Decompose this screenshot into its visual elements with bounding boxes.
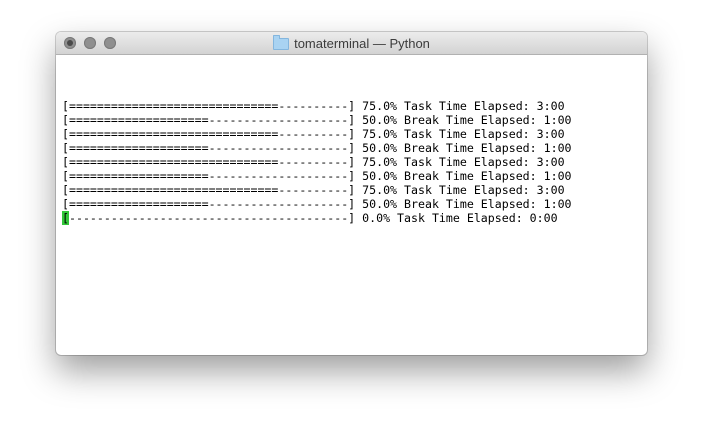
folder-icon: [273, 34, 290, 50]
output-line: [==============================---------…: [62, 127, 565, 141]
output-line: [====================-------------------…: [62, 113, 572, 127]
window-title-text: tomaterminal — Python: [294, 35, 430, 51]
current-output-line: [---------------------------------------…: [62, 211, 647, 225]
output-line: [==============================---------…: [62, 155, 565, 169]
output-line: [====================-------------------…: [62, 197, 572, 211]
current-line-text: ----------------------------------------…: [68, 211, 558, 225]
title-bar[interactable]: tomaterminal — Python: [56, 32, 647, 55]
terminal-output[interactable]: [==============================---------…: [62, 99, 647, 355]
output-line: [====================-------------------…: [62, 169, 572, 183]
output-line: [====================-------------------…: [62, 141, 572, 155]
terminal-cursor: [: [62, 211, 69, 225]
window-title: tomaterminal — Python: [56, 32, 647, 54]
terminal-window: tomaterminal — Python [=================…: [56, 32, 647, 355]
output-line: [==============================---------…: [62, 99, 565, 113]
output-line: [==============================---------…: [62, 183, 565, 197]
